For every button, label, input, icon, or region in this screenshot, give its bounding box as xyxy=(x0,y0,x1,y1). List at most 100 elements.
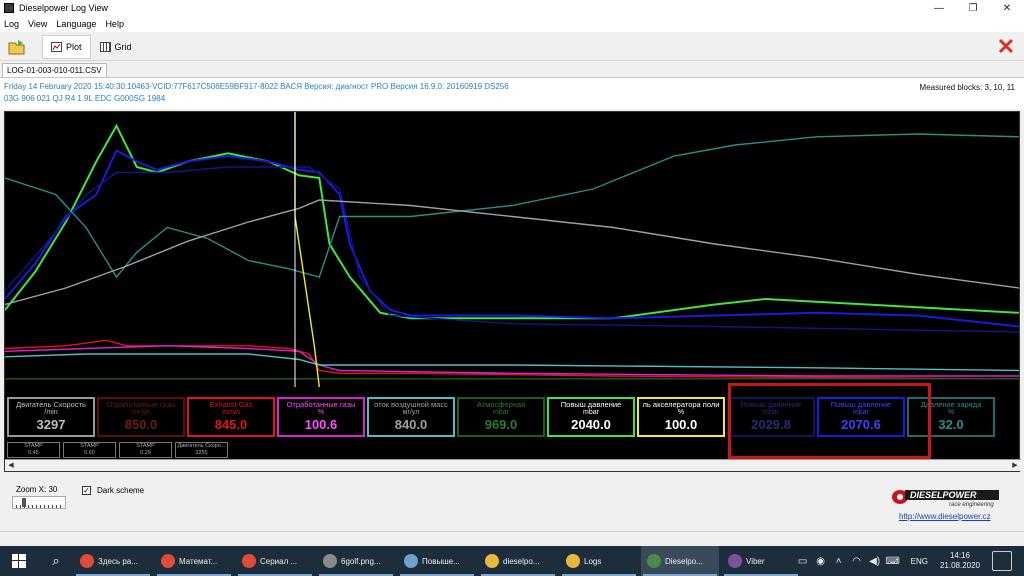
zoom-slider[interactable] xyxy=(12,496,66,509)
keyboard-icon[interactable]: ⌨ xyxy=(885,555,899,567)
gauge-unit: mг/ул xyxy=(132,409,150,416)
viber-icon xyxy=(728,554,742,568)
taskbar-item[interactable]: Сериал ... xyxy=(236,546,314,576)
series-line-1 xyxy=(5,149,1019,328)
red-x-icon[interactable]: ✕ xyxy=(996,34,1016,59)
scroll-left-icon[interactable]: ◀ xyxy=(5,460,17,471)
maximize-button[interactable]: ❐ xyxy=(956,0,990,16)
title-bar: Dieselpower Log View — ❐ ✕ xyxy=(0,0,1024,16)
plot-tab-button[interactable]: Plot xyxy=(42,34,91,59)
menu-view[interactable]: View xyxy=(28,19,47,29)
zoom-tick xyxy=(24,505,25,508)
stamp-3[interactable]: Двигатель Скоро... 3255 xyxy=(175,442,228,458)
menu-help[interactable]: Help xyxy=(105,19,124,29)
taskbar-item[interactable]: Viber xyxy=(722,546,800,576)
notepad-icon xyxy=(404,554,418,568)
folder-icon xyxy=(566,554,580,568)
gauge-1[interactable]: Отработанные газы mг/ул 850.0 xyxy=(97,397,185,437)
gauge-2[interactable]: Exhaust Gas mг/ул 845.0 xyxy=(187,397,275,437)
viber-tray-icon[interactable]: ◉ xyxy=(815,555,827,567)
gauge-unit: mг/ул xyxy=(222,409,240,416)
taskbar-item-label: Сериал ... xyxy=(260,556,298,566)
grid-tab-button[interactable]: Grid xyxy=(91,35,141,59)
gauge-label: ль акселератора поли xyxy=(642,400,720,409)
volume-icon[interactable]: ◀) xyxy=(869,555,881,567)
stamp-0[interactable]: STAMP 5.45 xyxy=(7,442,60,458)
window-title: Dieselpower Log View xyxy=(19,3,108,13)
dieselpower-app-icon xyxy=(647,554,661,568)
chrome-icon xyxy=(80,554,94,568)
gauge-0[interactable]: Двигатель Скорость/min 3297 xyxy=(7,397,95,437)
taskbar-item-label: Dieselpo... xyxy=(665,556,703,566)
photo-viewer-icon xyxy=(323,554,337,568)
menu-log[interactable]: Log xyxy=(4,19,19,29)
taskbar-item[interactable]: Logs xyxy=(560,546,638,576)
taskbar-item-label: Повыше... xyxy=(422,556,460,566)
taskbar-item-label: dieselpo... xyxy=(503,556,540,566)
clock-date: 21.08.2020 xyxy=(939,561,980,570)
gauge-unit: /min xyxy=(44,409,58,416)
series-line-9 xyxy=(294,112,320,387)
wifi-icon[interactable]: ◠ xyxy=(851,555,863,567)
taskbar-item[interactable]: 6golf.png... xyxy=(317,546,395,576)
zoom-tick xyxy=(16,505,17,508)
clock[interactable]: 14:16 21.08.2020 xyxy=(940,551,980,571)
stamp-value: 3255 xyxy=(195,450,208,456)
battery-icon[interactable]: ▭ xyxy=(797,555,809,567)
taskbar-item[interactable]: dieselpo... xyxy=(479,546,557,576)
taskbar-item[interactable]: Повыше... xyxy=(398,546,476,576)
gauge-value: 850.0 xyxy=(124,417,158,432)
series-line-6 xyxy=(5,345,1019,377)
taskbar-item[interactable]: Здесь ра... xyxy=(74,546,152,576)
zoom-tick xyxy=(36,505,37,508)
zoom-tick xyxy=(28,505,29,508)
zoom-tick xyxy=(40,505,41,508)
gauge-3[interactable]: Отработанные газы% 100.6 xyxy=(277,397,365,437)
gauge-4[interactable]: оток воздушной масс мг/ул 840.0 xyxy=(367,397,455,437)
taskbar-item[interactable]: Dieselpo... xyxy=(641,546,719,576)
website-link[interactable]: http://www.dieselpower.cz xyxy=(899,512,991,521)
series-line-4 xyxy=(5,199,1019,306)
series-line-2 xyxy=(5,166,1019,333)
close-window-button[interactable]: ✕ xyxy=(990,0,1024,16)
search-icon[interactable]: ⌕ xyxy=(38,546,74,576)
app-icon xyxy=(4,3,14,13)
horizontal-scrollbar[interactable]: ◀ ▶ xyxy=(5,459,1021,471)
stamp-value: 6.29 xyxy=(140,450,151,456)
gauge-label: Повыш давление xyxy=(560,400,622,409)
plot-area[interactable]: Двигатель Скорость/min 3297 Отработанные г… xyxy=(4,111,1021,472)
scroll-right-icon[interactable]: ▶ xyxy=(1009,460,1021,471)
chrome-icon xyxy=(242,554,256,568)
menu-language[interactable]: Language xyxy=(56,19,96,29)
taskbar-item-label: Logs xyxy=(584,556,602,566)
dark-scheme-checkbox[interactable]: ✓ xyxy=(82,486,91,495)
folder-open-icon[interactable] xyxy=(6,36,28,58)
status-bar xyxy=(0,531,1024,545)
zoom-tick xyxy=(52,505,53,508)
taskbar-item-label: Математ... xyxy=(179,556,218,566)
gauge-6[interactable]: Повыш давление mbar 2040.0 xyxy=(547,397,635,437)
stamp-name: STAMP xyxy=(136,443,155,449)
taskbar-item[interactable]: Математ... xyxy=(155,546,233,576)
chrome-icon xyxy=(161,554,175,568)
zoom-tick xyxy=(60,505,61,508)
gauge-value: 32.0 xyxy=(938,417,964,432)
log-info-panel: Friday 14 February 2020 15:40:30:10463-V… xyxy=(0,77,1024,109)
svg-text:race engineering: race engineering xyxy=(949,502,994,508)
chevron-up-icon[interactable]: ˄ xyxy=(833,555,845,567)
stamp-2[interactable]: STAMP 6.29 xyxy=(119,442,172,458)
gauge-value: 100.0 xyxy=(664,417,698,432)
gauge-label: оток воздушной масс xyxy=(374,400,448,409)
minimize-button[interactable]: — xyxy=(922,0,956,16)
gauge-7[interactable]: ль акселератора поли% 100.0 xyxy=(637,397,725,437)
taskbar-item-label: 6golf.png... xyxy=(341,556,381,566)
stamp-1[interactable]: STAMP 5.60 xyxy=(63,442,116,458)
zoom-tick xyxy=(20,505,21,508)
log-header-line: Friday 14 February 2020 15:40:30:10463-V… xyxy=(4,82,509,91)
language-indicator[interactable]: ENG xyxy=(911,557,928,566)
file-tab[interactable]: LOG-01-003-010-011.CSV xyxy=(2,63,107,77)
windows-start-icon[interactable] xyxy=(0,546,38,576)
notification-icon[interactable] xyxy=(992,551,1012,571)
gauge-5[interactable]: Атмосферная mbar 969.0 xyxy=(457,397,545,437)
taskbar-apps: Здесь ра... Математ... Сериал ... 6golf.png… xyxy=(74,546,803,576)
